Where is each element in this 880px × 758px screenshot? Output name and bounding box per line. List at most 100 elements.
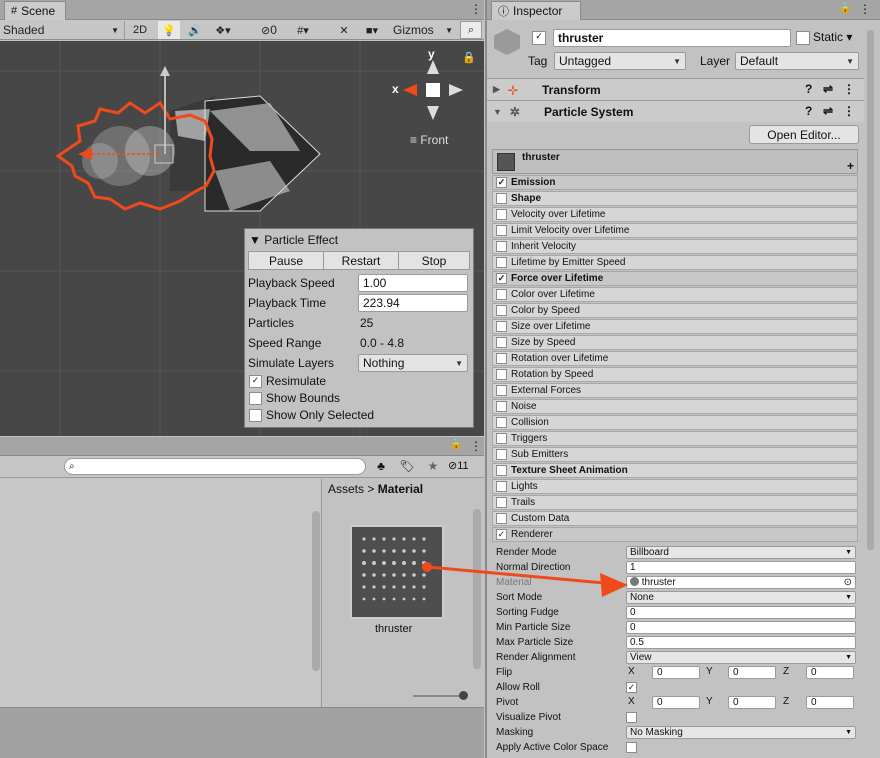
particle-system-header[interactable]: ▼ ✲ Particle System ? ⇌ ⋮: [487, 100, 864, 122]
breadcrumb-assets[interactable]: Assets: [328, 482, 364, 496]
module-external-forces[interactable]: External Forces: [492, 383, 858, 398]
playback-time-field[interactable]: 223.94: [358, 294, 468, 312]
mode-2d-button[interactable]: 2D: [128, 21, 152, 39]
module-external-forces-checkbox[interactable]: [496, 385, 507, 396]
module-rotation-over-lifetime-checkbox[interactable]: [496, 353, 507, 364]
search-icon[interactable]: ⌕: [460, 21, 482, 39]
show-bounds-checkbox[interactable]: [249, 391, 262, 405]
min-particle-size-field[interactable]: 0: [626, 621, 856, 634]
system-main-module[interactable]: thruster +: [492, 149, 858, 174]
restart-button[interactable]: Restart: [324, 252, 399, 269]
help-icon[interactable]: ?: [805, 104, 812, 118]
module-lights-checkbox[interactable]: [496, 481, 507, 492]
static-checkbox[interactable]: [796, 31, 810, 45]
module-lifetime-by-emitter-speed-checkbox[interactable]: [496, 257, 507, 268]
effects-icon[interactable]: ❖▾: [208, 21, 238, 39]
module-shape[interactable]: Shape: [492, 191, 858, 206]
preset-icon[interactable]: ⇌: [823, 82, 833, 96]
lock-icon[interactable]: 🔒: [462, 51, 476, 64]
module-lifetime-by-emitter-speed[interactable]: Lifetime by Emitter Speed: [492, 255, 858, 270]
help-icon[interactable]: ?: [805, 82, 812, 96]
render-alignment-dropdown[interactable]: View: [626, 651, 856, 664]
stop-button[interactable]: Stop: [399, 252, 469, 269]
module-triggers-checkbox[interactable]: [496, 433, 507, 444]
show-only-selected-checkbox[interactable]: [249, 408, 262, 422]
module-force-over-lifetime-checkbox[interactable]: ✓: [496, 273, 507, 284]
module-velocity-over-lifetime[interactable]: Velocity over Lifetime: [492, 207, 858, 222]
asset-scrollbar[interactable]: [473, 509, 481, 669]
breadcrumb-material[interactable]: Material: [378, 482, 423, 496]
asset-thruster-label[interactable]: thruster: [375, 623, 412, 635]
module-velocity-over-lifetime-checkbox[interactable]: [496, 209, 507, 220]
add-module-icon[interactable]: +: [847, 159, 854, 173]
gizmos-dropdown[interactable]: Gizmos ▼: [390, 21, 456, 39]
hidden-packages-icon[interactable]: ⊘11: [448, 459, 469, 472]
material-field[interactable]: thruster ⊙: [626, 576, 856, 589]
shading-dropdown[interactable]: Shaded ▼: [3, 21, 119, 39]
module-collision-checkbox[interactable]: [496, 417, 507, 428]
flip-y-field[interactable]: 0: [728, 666, 776, 679]
module-custom-data-checkbox[interactable]: [496, 513, 507, 524]
view-front-label[interactable]: ≡ Front: [410, 133, 448, 147]
tools-icon[interactable]: ✕: [334, 21, 354, 39]
pivot-z-field[interactable]: 0: [806, 696, 854, 709]
transform-header[interactable]: ▶ ⊹ Transform ? ⇌ ⋮: [487, 78, 864, 100]
visualize-pivot-checkbox[interactable]: [626, 712, 637, 723]
module-rotation-by-speed[interactable]: Rotation by Speed: [492, 367, 858, 382]
active-checkbox[interactable]: ✓: [532, 31, 546, 45]
flip-z-field[interactable]: 0: [806, 666, 854, 679]
module-emission-checkbox[interactable]: ✓: [496, 177, 507, 188]
module-rotation-over-lifetime[interactable]: Rotation over Lifetime: [492, 351, 858, 366]
more-icon[interactable]: ⋮: [470, 439, 482, 453]
module-trails-checkbox[interactable]: [496, 497, 507, 508]
normal-direction-field[interactable]: 1: [626, 561, 856, 574]
audio-icon[interactable]: 🔊: [184, 21, 206, 39]
module-texture-sheet-animation-checkbox[interactable]: [496, 465, 507, 476]
module-color-by-speed[interactable]: Color by Speed: [492, 303, 858, 318]
more-icon[interactable]: ⋮: [470, 2, 482, 16]
flip-x-field[interactable]: 0: [652, 666, 700, 679]
module-trails[interactable]: Trails: [492, 495, 858, 510]
layer-dropdown[interactable]: Default: [735, 52, 859, 70]
apply-active-color-space-checkbox[interactable]: [626, 742, 637, 753]
render-mode-dropdown[interactable]: Billboard: [626, 546, 856, 559]
module-noise[interactable]: Noise: [492, 399, 858, 414]
module-triggers[interactable]: Triggers: [492, 431, 858, 446]
lock-icon[interactable]: 🔒: [450, 439, 462, 450]
grid-toggle-icon[interactable]: #▾: [290, 21, 316, 39]
simulate-layers-dropdown[interactable]: Nothing: [358, 354, 468, 372]
inspector-scrollbar[interactable]: [867, 30, 874, 550]
sort-mode-dropdown[interactable]: None: [626, 591, 856, 604]
module-collision[interactable]: Collision: [492, 415, 858, 430]
module-rotation-by-speed-checkbox[interactable]: [496, 369, 507, 380]
label-icon[interactable]: 🏷: [398, 459, 416, 473]
module-texture-sheet-animation[interactable]: Texture Sheet Animation: [492, 463, 858, 478]
object-picker-icon[interactable]: ⊙: [844, 577, 852, 588]
folder-tree-scrollbar[interactable]: [312, 511, 320, 671]
max-particle-size-field[interactable]: 0.5: [626, 636, 856, 649]
module-sub-emitters-checkbox[interactable]: [496, 449, 507, 460]
more-icon[interactable]: ⋮: [859, 2, 871, 16]
module-inherit-velocity[interactable]: Inherit Velocity: [492, 239, 858, 254]
module-noise-checkbox[interactable]: [496, 401, 507, 412]
component-menu-icon[interactable]: ⋮: [843, 82, 855, 96]
masking-dropdown[interactable]: No Masking: [626, 726, 856, 739]
object-name-field[interactable]: thruster: [553, 29, 791, 47]
preset-icon[interactable]: ⇌: [823, 104, 833, 118]
search-input[interactable]: ⌕: [64, 458, 366, 475]
playback-speed-field[interactable]: 1.00: [358, 274, 468, 292]
component-menu-icon[interactable]: ⋮: [843, 104, 855, 118]
show-bounds-row[interactable]: Show Bounds: [248, 389, 470, 407]
module-size-by-speed[interactable]: Size by Speed: [492, 335, 858, 350]
camera-icon[interactable]: ■▾: [358, 21, 386, 39]
pivot-y-field[interactable]: 0: [728, 696, 776, 709]
module-color-over-lifetime-checkbox[interactable]: [496, 289, 507, 300]
star-icon[interactable]: ★: [424, 459, 442, 473]
open-editor-button[interactable]: Open Editor...: [749, 125, 859, 144]
module-custom-data[interactable]: Custom Data: [492, 511, 858, 526]
lock-icon[interactable]: 🔒: [839, 3, 851, 14]
module-color-by-speed-checkbox[interactable]: [496, 305, 507, 316]
pivot-x-field[interactable]: 0: [652, 696, 700, 709]
asset-thruster-thumbnail[interactable]: [350, 525, 444, 619]
tab-scene[interactable]: # Scene: [4, 1, 66, 20]
